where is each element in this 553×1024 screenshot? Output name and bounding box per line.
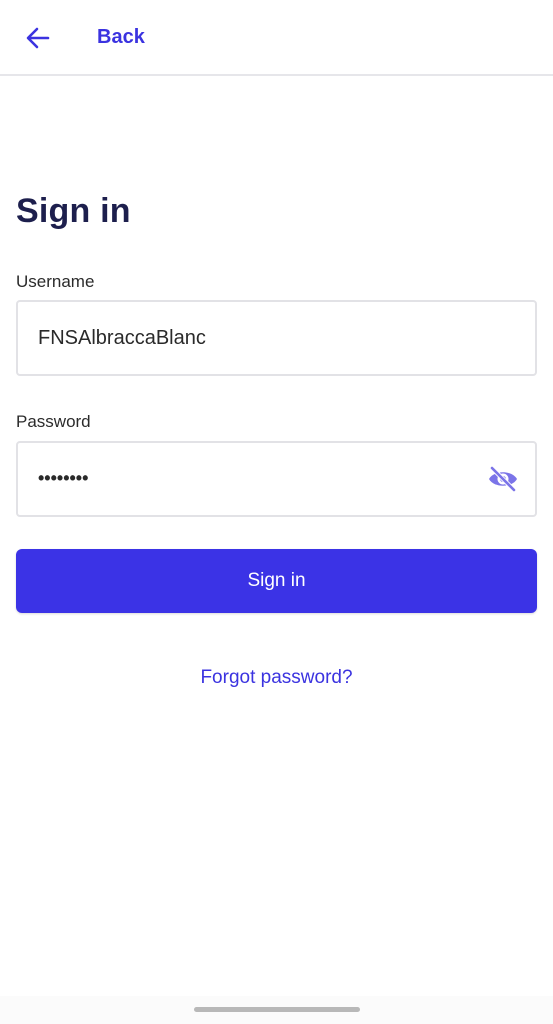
username-input[interactable] — [38, 302, 478, 374]
password-field[interactable]: •••••••• — [16, 441, 537, 517]
username-field[interactable] — [16, 300, 537, 376]
eye-off-icon[interactable] — [487, 465, 519, 493]
password-label: Password — [16, 412, 91, 431]
username-label: Username — [16, 272, 95, 291]
top-app-bar: Back — [0, 0, 553, 76]
forgot-password-link[interactable]: Forgot password? — [0, 667, 553, 689]
sign-in-button[interactable]: Sign in — [16, 549, 537, 613]
back-button[interactable]: Back — [97, 26, 145, 49]
password-input[interactable]: •••••••• — [38, 443, 88, 515]
arrow-left-icon[interactable] — [24, 24, 52, 52]
sign-in-page: Back Sign in Username Password •••••••• … — [0, 0, 553, 1024]
page-title: Sign in — [16, 192, 131, 230]
home-indicator[interactable] — [194, 1007, 360, 1012]
